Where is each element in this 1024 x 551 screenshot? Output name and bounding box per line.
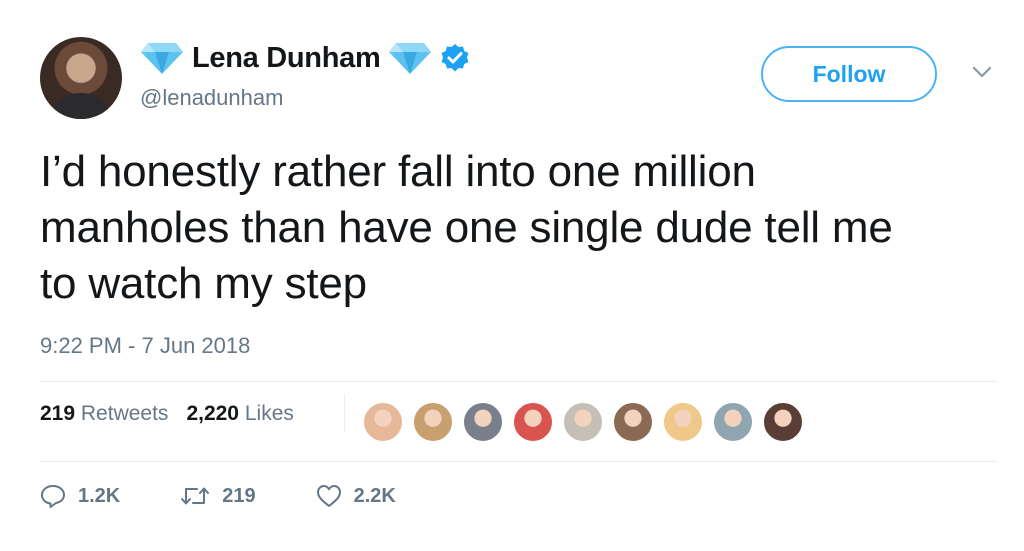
retweets-label: Retweets (80, 402, 169, 425)
gem-icon (388, 41, 432, 75)
tweet-text-line: I’d honestly rather fall into one millio… (40, 147, 756, 196)
divider (40, 461, 997, 462)
liker-avatar[interactable] (662, 401, 704, 443)
likes-stat[interactable]: 2,220 Likes (186, 402, 293, 426)
reply-count: 1.2K (78, 484, 121, 507)
tweet-text: I’d honestly rather fall into one millio… (40, 144, 990, 312)
avatar[interactable] (40, 37, 122, 119)
verified-badge-icon (440, 43, 470, 73)
divider (40, 381, 997, 382)
reply-button[interactable]: 1.2K (40, 484, 120, 508)
retweet-icon (180, 485, 210, 507)
retweets-stat[interactable]: 219 Retweets (40, 402, 168, 426)
liker-avatar[interactable] (412, 401, 454, 443)
liker-avatars (362, 401, 812, 443)
chevron-down-icon[interactable] (971, 64, 993, 80)
gem-icon (140, 41, 184, 75)
like-button[interactable]: 2.2K (316, 484, 396, 508)
retweet-button[interactable]: 219 (180, 484, 256, 508)
tweet-stats: 219 Retweets 2,220 Likes (40, 402, 294, 426)
likes-count: 2,220 (186, 402, 239, 425)
liker-avatar[interactable] (612, 401, 654, 443)
user-name-row: Lena Dunham (140, 40, 470, 76)
retweets-count: 219 (40, 402, 76, 425)
like-count: 2.2K (353, 484, 396, 507)
stats-separator (344, 394, 345, 432)
tweet-timestamp[interactable]: 9:22 PM - 7 Jun 2018 (40, 333, 250, 359)
liker-avatar[interactable] (562, 401, 604, 443)
heart-icon (316, 484, 342, 508)
tweet-text-line: manholes than have one single dude tell … (40, 203, 893, 252)
tweet-actions: 1.2K 219 2.2K (40, 484, 456, 508)
likes-label: Likes (244, 402, 294, 425)
tweet-text-line: to watch my step (40, 259, 367, 308)
liker-avatar[interactable] (762, 401, 804, 443)
liker-avatar[interactable] (712, 401, 754, 443)
follow-button[interactable]: Follow (761, 46, 937, 102)
liker-avatar[interactable] (362, 401, 404, 443)
user-handle[interactable]: @lenadunham (140, 85, 283, 111)
liker-avatar[interactable] (512, 401, 554, 443)
display-name[interactable]: Lena Dunham (192, 42, 381, 75)
retweet-count: 219 (222, 484, 256, 507)
liker-avatar[interactable] (462, 401, 504, 443)
reply-icon (40, 484, 66, 508)
